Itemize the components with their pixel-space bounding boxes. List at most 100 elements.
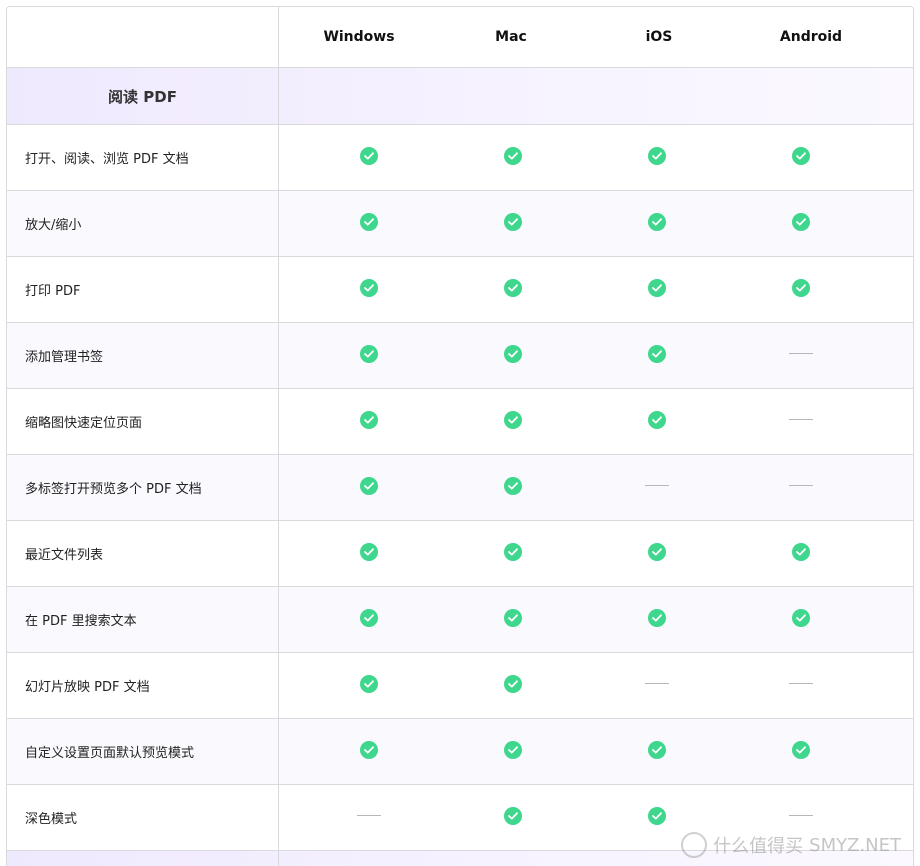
check-circle-icon xyxy=(648,278,666,297)
support-cells xyxy=(279,719,913,784)
support-cell-windows xyxy=(309,521,429,586)
support-cell-ios xyxy=(597,257,717,322)
check-circle-icon xyxy=(648,608,666,627)
feature-comparison-table: Windows Mac iOS Android 阅读 PDF 打开、阅读、浏览 … xyxy=(6,6,914,866)
check-circle-icon xyxy=(504,146,522,165)
feature-label: 打开、阅读、浏览 PDF 文档 xyxy=(7,125,279,190)
support-cell-windows xyxy=(309,191,429,256)
support-cells xyxy=(279,125,913,190)
table-row: 自定义设置页面默认预览模式 xyxy=(7,719,913,785)
feature-label: 放大/缩小 xyxy=(7,191,279,256)
support-cell-android xyxy=(741,191,861,256)
dash-icon xyxy=(789,352,813,355)
support-cell-android xyxy=(741,323,861,388)
check-circle-icon xyxy=(360,476,378,495)
support-cell-ios xyxy=(597,653,717,718)
table-row: 缩略图快速定位页面 xyxy=(7,389,913,455)
support-cells xyxy=(279,389,913,454)
table-row: 在 PDF 里搜索文本 xyxy=(7,587,913,653)
dash-icon xyxy=(357,814,381,817)
table-row: 幻灯片放映 PDF 文档 xyxy=(7,653,913,719)
platform-header-android: Android xyxy=(779,29,843,45)
support-cell-mac xyxy=(453,455,573,520)
feature-label: 幻灯片放映 PDF 文档 xyxy=(7,653,279,718)
support-cell-mac xyxy=(453,257,573,322)
support-cell-windows xyxy=(309,653,429,718)
table-header-row: Windows Mac iOS Android xyxy=(7,7,913,68)
support-cell-mac xyxy=(453,653,573,718)
support-cell-ios xyxy=(597,125,717,190)
support-cell-android xyxy=(741,719,861,784)
feature-label: 添加管理书签 xyxy=(7,323,279,388)
support-cells xyxy=(279,653,913,718)
support-cell-mac xyxy=(453,521,573,586)
feature-label: 深色模式 xyxy=(7,785,279,850)
platform-header-mac: Mac xyxy=(495,29,527,45)
support-cell-windows xyxy=(309,257,429,322)
support-cell-ios xyxy=(597,455,717,520)
next-section-label xyxy=(7,851,279,866)
support-cells xyxy=(279,191,913,256)
header-corner-cell xyxy=(7,7,279,67)
check-circle-icon xyxy=(504,278,522,297)
support-cells xyxy=(279,257,913,322)
support-cell-mac xyxy=(453,587,573,652)
support-cell-android xyxy=(741,455,861,520)
section-title: 阅读 PDF xyxy=(7,68,279,124)
check-circle-icon xyxy=(648,410,666,429)
check-circle-icon xyxy=(504,410,522,429)
check-circle-icon xyxy=(504,542,522,561)
check-circle-icon xyxy=(360,212,378,231)
dash-icon xyxy=(789,484,813,487)
check-circle-icon xyxy=(360,542,378,561)
check-circle-icon xyxy=(792,608,810,627)
table-row: 多标签打开预览多个 PDF 文档 xyxy=(7,455,913,521)
support-cells xyxy=(279,785,913,850)
check-circle-icon xyxy=(792,278,810,297)
check-circle-icon xyxy=(792,740,810,759)
check-circle-icon xyxy=(648,344,666,363)
table-row: 打印 PDF xyxy=(7,257,913,323)
support-cell-android xyxy=(741,257,861,322)
table-row: 添加管理书签 xyxy=(7,323,913,389)
support-cell-android xyxy=(741,389,861,454)
dash-icon xyxy=(645,682,669,685)
support-cell-android xyxy=(741,653,861,718)
feature-label: 最近文件列表 xyxy=(7,521,279,586)
support-cell-android xyxy=(741,587,861,652)
check-circle-icon xyxy=(648,146,666,165)
section-row-read-pdf: 阅读 PDF xyxy=(7,68,913,125)
support-cell-ios xyxy=(597,521,717,586)
check-circle-icon xyxy=(360,608,378,627)
feature-label: 自定义设置页面默认预览模式 xyxy=(7,719,279,784)
support-cell-windows xyxy=(309,125,429,190)
feature-label: 打印 PDF xyxy=(7,257,279,322)
check-circle-icon xyxy=(792,146,810,165)
support-cell-android xyxy=(741,125,861,190)
table-row: 打开、阅读、浏览 PDF 文档 xyxy=(7,125,913,191)
support-cell-mac xyxy=(453,785,573,850)
next-section-row xyxy=(7,851,913,866)
check-circle-icon xyxy=(504,674,522,693)
support-cell-mac xyxy=(453,389,573,454)
support-cell-windows xyxy=(309,323,429,388)
support-cell-ios xyxy=(597,785,717,850)
table-row: 深色模式 xyxy=(7,785,913,851)
dash-icon xyxy=(645,484,669,487)
dash-icon xyxy=(789,682,813,685)
check-circle-icon xyxy=(792,542,810,561)
check-circle-icon xyxy=(504,212,522,231)
check-circle-icon xyxy=(504,740,522,759)
check-circle-icon xyxy=(648,212,666,231)
check-circle-icon xyxy=(504,476,522,495)
support-cell-ios xyxy=(597,719,717,784)
check-circle-icon xyxy=(648,740,666,759)
support-cell-ios xyxy=(597,389,717,454)
check-circle-icon xyxy=(648,542,666,561)
check-circle-icon xyxy=(360,146,378,165)
check-circle-icon xyxy=(792,212,810,231)
platform-header-windows: Windows xyxy=(323,29,395,45)
dash-icon xyxy=(789,814,813,817)
check-circle-icon xyxy=(360,278,378,297)
table-row: 放大/缩小 xyxy=(7,191,913,257)
